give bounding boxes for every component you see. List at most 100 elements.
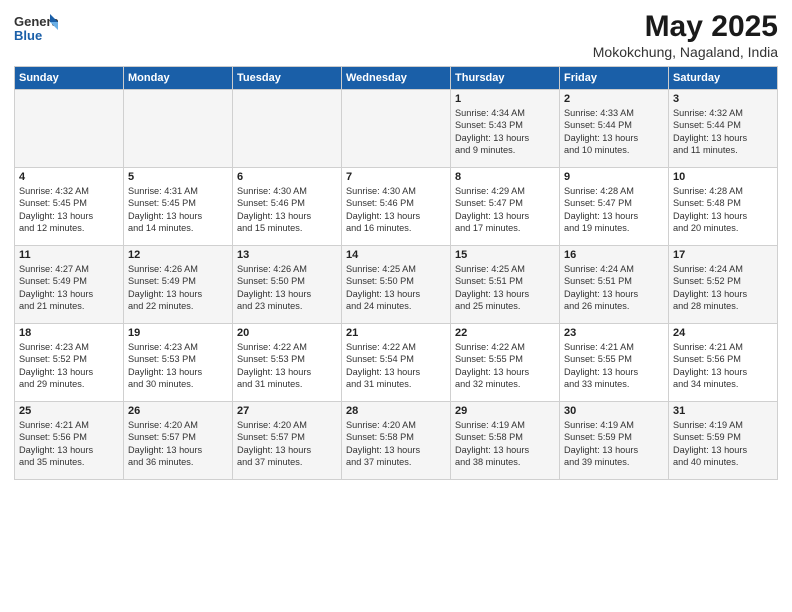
cell-info: Sunrise: 4:20 AM Sunset: 5:57 PM Dayligh… (128, 419, 228, 469)
header-thursday: Thursday (451, 67, 560, 90)
header-tuesday: Tuesday (233, 67, 342, 90)
cell-info: Sunrise: 4:32 AM Sunset: 5:45 PM Dayligh… (19, 185, 119, 235)
day-number: 2 (564, 93, 664, 105)
cell-5-6: 30 Sunrise: 4:19 AM Sunset: 5:59 PM Dayli… (560, 402, 669, 480)
day-number: 27 (237, 405, 337, 417)
cell-4-4: 21 Sunrise: 4:22 AM Sunset: 5:54 PM Dayli… (342, 324, 451, 402)
cell-info: Sunrise: 4:32 AM Sunset: 5:44 PM Dayligh… (673, 107, 773, 157)
cell-info: Sunrise: 4:22 AM Sunset: 5:54 PM Dayligh… (346, 341, 446, 391)
cell-5-3: 27 Sunrise: 4:20 AM Sunset: 5:57 PM Dayli… (233, 402, 342, 480)
cell-info: Sunrise: 4:28 AM Sunset: 5:48 PM Dayligh… (673, 185, 773, 235)
cell-5-1: 25 Sunrise: 4:21 AM Sunset: 5:56 PM Dayli… (15, 402, 124, 480)
day-number: 1 (455, 93, 555, 105)
header-friday: Friday (560, 67, 669, 90)
cell-info: Sunrise: 4:31 AM Sunset: 5:45 PM Dayligh… (128, 185, 228, 235)
day-number: 18 (19, 327, 119, 339)
day-number: 21 (346, 327, 446, 339)
cell-4-2: 19Sunrise: 4:23 AM Sunset: 5:53 PM Dayli… (124, 324, 233, 402)
day-number: 31 (673, 405, 773, 417)
header-sunday: Sunday (15, 67, 124, 90)
cell-4-6: 23 Sunrise: 4:21 AM Sunset: 5:55 PM Dayli… (560, 324, 669, 402)
day-number: 11 (19, 249, 119, 261)
day-number: 12 (128, 249, 228, 261)
subtitle: Mokokchung, Nagaland, India (593, 44, 778, 60)
svg-text:Blue: Blue (14, 28, 42, 43)
week-row-2: 4 Sunrise: 4:32 AM Sunset: 5:45 PM Daylig… (15, 168, 778, 246)
week-row-4: 18Sunrise: 4:23 AM Sunset: 5:52 PM Dayli… (15, 324, 778, 402)
day-number: 17 (673, 249, 773, 261)
cell-2-2: 5Sunrise: 4:31 AM Sunset: 5:45 PM Daylig… (124, 168, 233, 246)
week-row-1: 1 Sunrise: 4:34 AM Sunset: 5:43 PM Daylig… (15, 90, 778, 168)
cell-info: Sunrise: 4:24 AM Sunset: 5:52 PM Dayligh… (673, 263, 773, 313)
cell-5-7: 31 Sunrise: 4:19 AM Sunset: 5:59 PM Dayli… (669, 402, 778, 480)
cell-3-3: 13Sunrise: 4:26 AM Sunset: 5:50 PM Dayli… (233, 246, 342, 324)
day-number: 22 (455, 327, 555, 339)
cell-info: Sunrise: 4:19 AM Sunset: 5:59 PM Dayligh… (564, 419, 664, 469)
cell-4-3: 20 Sunrise: 4:22 AM Sunset: 5:53 PM Dayli… (233, 324, 342, 402)
cell-info: Sunrise: 4:30 AM Sunset: 5:46 PM Dayligh… (237, 185, 337, 235)
cell-info: Sunrise: 4:21 AM Sunset: 5:56 PM Dayligh… (673, 341, 773, 391)
cell-info: Sunrise: 4:34 AM Sunset: 5:43 PM Dayligh… (455, 107, 555, 157)
main-title: May 2025 (593, 10, 778, 44)
header: General Blue May 2025 Mokokchung, Nagala… (14, 10, 778, 60)
cell-info: Sunrise: 4:22 AM Sunset: 5:53 PM Dayligh… (237, 341, 337, 391)
day-number: 7 (346, 171, 446, 183)
page: General Blue May 2025 Mokokchung, Nagala… (0, 0, 792, 612)
cell-info: Sunrise: 4:21 AM Sunset: 5:56 PM Dayligh… (19, 419, 119, 469)
day-number: 14 (346, 249, 446, 261)
day-number: 30 (564, 405, 664, 417)
cell-1-7: 3 Sunrise: 4:32 AM Sunset: 5:44 PM Daylig… (669, 90, 778, 168)
cell-4-5: 22 Sunrise: 4:22 AM Sunset: 5:55 PM Dayli… (451, 324, 560, 402)
cell-2-7: 10 Sunrise: 4:28 AM Sunset: 5:48 PM Dayli… (669, 168, 778, 246)
logo: General Blue (14, 10, 58, 50)
cell-2-4: 7 Sunrise: 4:30 AM Sunset: 5:46 PM Daylig… (342, 168, 451, 246)
cell-info: Sunrise: 4:29 AM Sunset: 5:47 PM Dayligh… (455, 185, 555, 235)
day-number: 10 (673, 171, 773, 183)
day-number: 19 (128, 327, 228, 339)
cell-3-6: 16Sunrise: 4:24 AM Sunset: 5:51 PM Dayli… (560, 246, 669, 324)
cell-info: Sunrise: 4:19 AM Sunset: 5:58 PM Dayligh… (455, 419, 555, 469)
day-number: 4 (19, 171, 119, 183)
cell-info: Sunrise: 4:20 AM Sunset: 5:57 PM Dayligh… (237, 419, 337, 469)
day-number: 28 (346, 405, 446, 417)
day-number: 25 (19, 405, 119, 417)
cell-1-2 (124, 90, 233, 168)
cell-info: Sunrise: 4:21 AM Sunset: 5:55 PM Dayligh… (564, 341, 664, 391)
day-number: 23 (564, 327, 664, 339)
cell-info: Sunrise: 4:30 AM Sunset: 5:46 PM Dayligh… (346, 185, 446, 235)
cell-5-5: 29Sunrise: 4:19 AM Sunset: 5:58 PM Dayli… (451, 402, 560, 480)
cell-1-5: 1 Sunrise: 4:34 AM Sunset: 5:43 PM Daylig… (451, 90, 560, 168)
cell-1-3 (233, 90, 342, 168)
cell-info: Sunrise: 4:26 AM Sunset: 5:50 PM Dayligh… (237, 263, 337, 313)
cell-3-7: 17 Sunrise: 4:24 AM Sunset: 5:52 PM Dayli… (669, 246, 778, 324)
cell-info: Sunrise: 4:27 AM Sunset: 5:49 PM Dayligh… (19, 263, 119, 313)
cell-info: Sunrise: 4:19 AM Sunset: 5:59 PM Dayligh… (673, 419, 773, 469)
cell-info: Sunrise: 4:33 AM Sunset: 5:44 PM Dayligh… (564, 107, 664, 157)
cell-info: Sunrise: 4:28 AM Sunset: 5:47 PM Dayligh… (564, 185, 664, 235)
header-monday: Monday (124, 67, 233, 90)
day-number: 16 (564, 249, 664, 261)
day-number: 3 (673, 93, 773, 105)
cell-info: Sunrise: 4:25 AM Sunset: 5:51 PM Dayligh… (455, 263, 555, 313)
day-number: 24 (673, 327, 773, 339)
cell-1-4 (342, 90, 451, 168)
header-saturday: Saturday (669, 67, 778, 90)
logo-icon: General Blue (14, 10, 58, 50)
cell-4-7: 24 Sunrise: 4:21 AM Sunset: 5:56 PM Dayli… (669, 324, 778, 402)
day-number: 20 (237, 327, 337, 339)
cell-1-1 (15, 90, 124, 168)
cell-info: Sunrise: 4:22 AM Sunset: 5:55 PM Dayligh… (455, 341, 555, 391)
week-row-3: 11 Sunrise: 4:27 AM Sunset: 5:49 PM Dayli… (15, 246, 778, 324)
cell-2-1: 4 Sunrise: 4:32 AM Sunset: 5:45 PM Daylig… (15, 168, 124, 246)
day-number: 9 (564, 171, 664, 183)
day-number: 6 (237, 171, 337, 183)
cell-info: Sunrise: 4:25 AM Sunset: 5:50 PM Dayligh… (346, 263, 446, 313)
cell-2-6: 9 Sunrise: 4:28 AM Sunset: 5:47 PM Daylig… (560, 168, 669, 246)
cell-2-3: 6 Sunrise: 4:30 AM Sunset: 5:46 PM Daylig… (233, 168, 342, 246)
header-row: Sunday Monday Tuesday Wednesday Thursday… (15, 67, 778, 90)
cell-3-4: 14 Sunrise: 4:25 AM Sunset: 5:50 PM Dayli… (342, 246, 451, 324)
day-number: 8 (455, 171, 555, 183)
day-number: 15 (455, 249, 555, 261)
cell-5-2: 26Sunrise: 4:20 AM Sunset: 5:57 PM Dayli… (124, 402, 233, 480)
week-row-5: 25 Sunrise: 4:21 AM Sunset: 5:56 PM Dayli… (15, 402, 778, 480)
